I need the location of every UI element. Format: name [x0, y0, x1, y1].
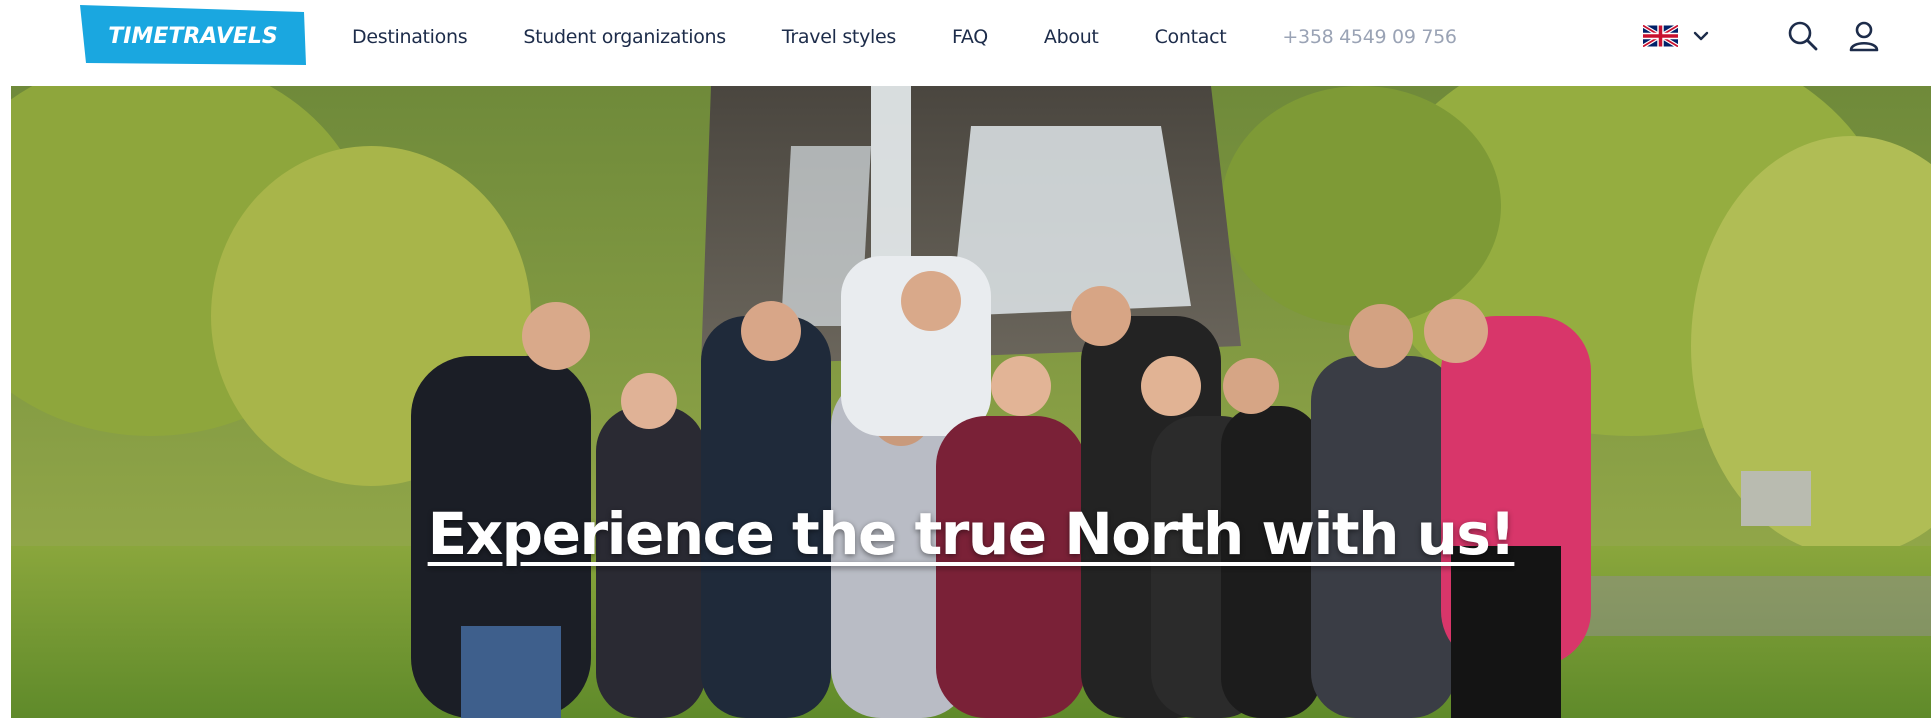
logo-timetravels[interactable]: TIMETRAVELS [78, 5, 306, 65]
hero-headline: Experience the true North with us! [11, 500, 1931, 568]
nav-travel-styles[interactable]: Travel styles [782, 26, 896, 48]
search-icon[interactable] [1786, 19, 1820, 53]
user-icon[interactable] [1847, 19, 1881, 53]
nav-destinations[interactable]: Destinations [352, 26, 468, 48]
nav-student-organizations[interactable]: Student organizations [523, 26, 726, 48]
nav-contact[interactable]: Contact [1155, 26, 1227, 48]
logo-text: TIMETRAVELS [108, 24, 278, 49]
site-header: TIMETRAVELS Destinations Student organiz… [0, 0, 1931, 86]
phone-link[interactable]: +358 4549 09 756 [1282, 26, 1457, 48]
hero-headline-link[interactable]: Experience the true North with us! [428, 500, 1516, 568]
main-nav: Destinations Student organizations Trave… [352, 22, 1457, 52]
nav-faq[interactable]: FAQ [952, 26, 988, 48]
uk-flag-icon [1643, 25, 1678, 47]
nav-about[interactable]: About [1044, 26, 1099, 48]
language-selector[interactable] [1643, 25, 1710, 47]
chevron-down-icon[interactable] [1692, 27, 1710, 45]
hero-banner: Experience the true North with us! [11, 86, 1931, 718]
hero-photo [11, 86, 1931, 718]
